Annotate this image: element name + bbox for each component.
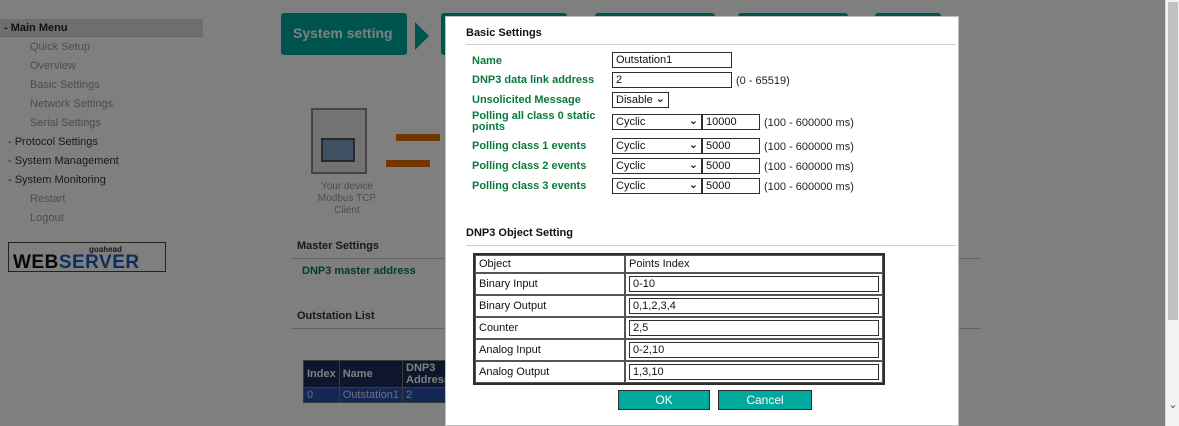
poll2-range: (100 - 600000 ms) [764,161,854,173]
poll3-range: (100 - 600000 ms) [764,181,854,193]
chevron-down-icon: ⌄ [688,179,698,191]
poll2-interval-input[interactable] [702,158,760,174]
outstation-settings-dialog: Basic Settings Name DNP3 data link addre… [445,16,959,426]
poll2-label: Polling class 2 events [472,160,587,172]
link-address-input[interactable] [612,72,732,88]
scroll-down-chevron-icon[interactable]: ⌄ [1168,398,1178,412]
poll0-mode-select[interactable]: Cyclic ⌄ [612,114,702,130]
divider [466,245,956,246]
table-row: Counter 2,5 [475,317,883,339]
poll0-interval-input[interactable] [702,114,760,130]
poll3-mode-select[interactable]: Cyclic ⌄ [612,178,702,194]
name-label: Name [472,55,502,67]
object-table-header: Object Points Index [475,255,883,273]
divider [466,44,956,45]
link-address-range: (0 - 65519) [736,75,790,87]
ok-button[interactable]: OK [618,390,710,410]
poll0-label: Polling all class 0 static points [472,110,596,133]
object-name: Analog Output [475,361,625,383]
table-row: Analog Input 0-2,10 [475,339,883,361]
points-index-input[interactable]: 0,1,2,3,4 [629,298,879,314]
poll1-label: Polling class 1 events [472,140,587,152]
poll2-mode-select[interactable]: Cyclic ⌄ [612,158,702,174]
cancel-button[interactable]: Cancel [718,390,812,410]
page-scrollbar[interactable]: ⌄ [1165,0,1179,426]
link-address-label: DNP3 data link address [472,74,595,86]
poll1-interval-input[interactable] [702,138,760,154]
chevron-down-icon: ⌄ [688,139,698,151]
scrollbar-thumb[interactable] [1168,2,1178,320]
poll3-mode-value: Cyclic [616,180,646,192]
points-index-input[interactable]: 2,5 [629,320,879,336]
points-index-input[interactable]: 0-2,10 [629,342,879,358]
table-row: Binary Output 0,1,2,3,4 [475,295,883,317]
object-name: Binary Input [475,273,625,295]
column-header-points-index: Points Index [625,255,883,273]
points-index-input[interactable]: 1,3,10 [629,364,879,380]
object-name: Analog Input [475,339,625,361]
object-name: Counter [475,317,625,339]
object-name: Binary Output [475,295,625,317]
unsolicited-select[interactable]: Disable ⌄ [612,92,669,108]
poll3-interval-input[interactable] [702,178,760,194]
poll0-range: (100 - 600000 ms) [764,117,854,129]
poll1-range: (100 - 600000 ms) [764,141,854,153]
poll1-mode-select[interactable]: Cyclic ⌄ [612,138,702,154]
chevron-down-icon: ⌄ [688,115,698,127]
object-setting-table: Object Points Index Binary Input 0-10 Bi… [473,253,885,385]
points-index-input[interactable]: 0-10 [629,276,879,292]
chevron-down-icon: ⌄ [655,93,665,105]
column-header-object: Object [475,255,625,273]
object-setting-title: DNP3 Object Setting [466,227,573,239]
unsolicited-select-value: Disable [616,94,653,106]
chevron-down-icon: ⌄ [688,159,698,171]
poll0-mode-value: Cyclic [616,116,646,128]
table-row: Analog Output 1,3,10 [475,361,883,383]
unsolicited-label: Unsolicited Message [472,94,581,106]
table-row: Binary Input 0-10 [475,273,883,295]
poll3-label: Polling class 3 events [472,180,587,192]
poll2-mode-value: Cyclic [616,160,646,172]
poll1-mode-value: Cyclic [616,140,646,152]
name-input[interactable] [612,52,732,68]
basic-settings-title: Basic Settings [466,27,542,39]
